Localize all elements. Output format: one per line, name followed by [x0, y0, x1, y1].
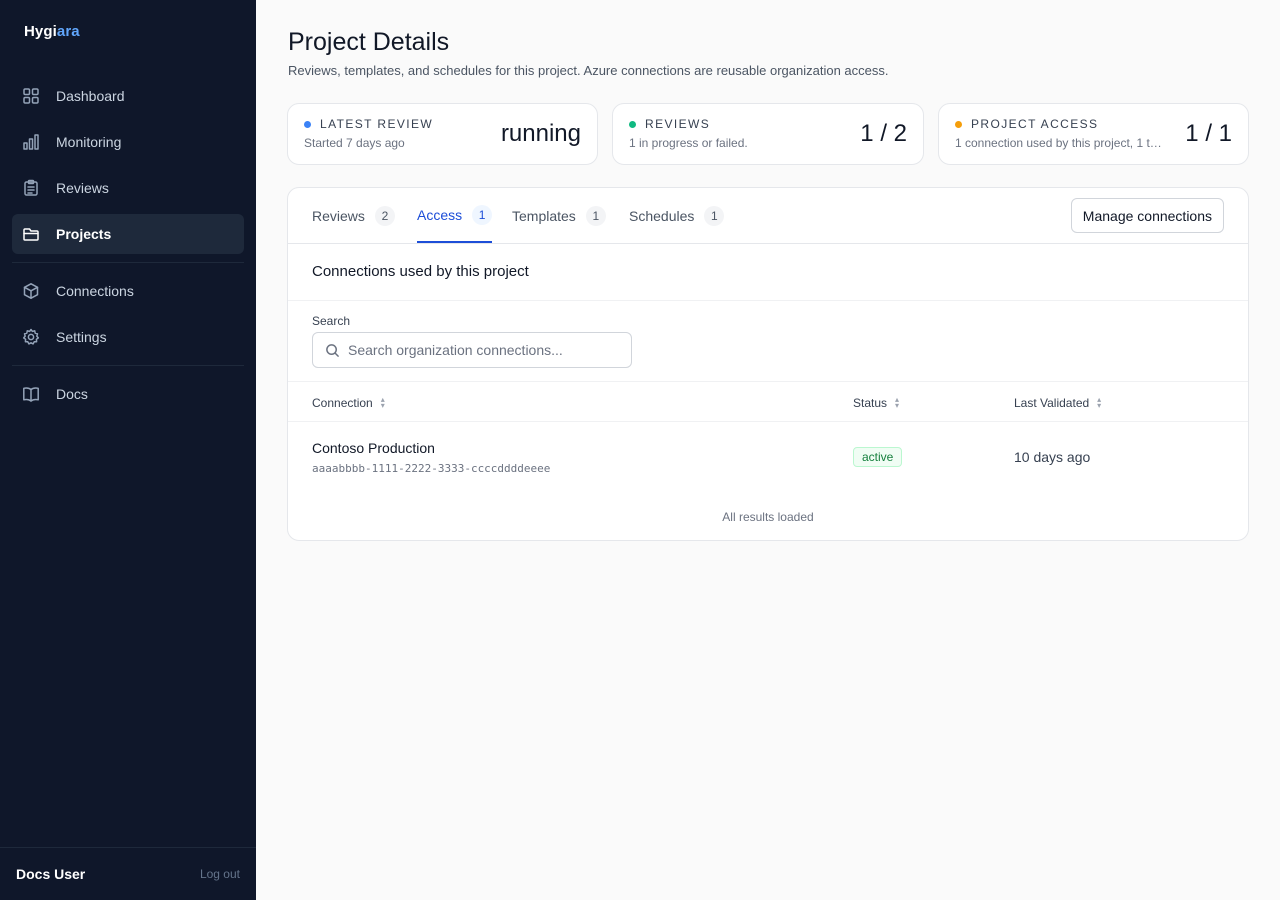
tab-label: Access	[417, 206, 463, 223]
count-badge: 1	[472, 204, 493, 225]
search-input[interactable]	[348, 342, 618, 358]
brand-accent: ara	[56, 23, 80, 40]
status-dot	[304, 120, 311, 128]
brand-main: Hygi	[24, 23, 57, 40]
brand-logo[interactable]: Hygiara	[24, 23, 80, 40]
sidebar-item-label: Settings	[56, 329, 107, 345]
stat-card-project-access: Project Access 1 connection used by this…	[938, 103, 1249, 165]
stat-subtext: 1 connection used by this project, 1 te.…	[955, 136, 1165, 150]
status-dot	[955, 120, 962, 128]
table-header: Connection ▴ ▾ Status ▴ ▾ Last Validated ▴…	[288, 381, 1248, 422]
stat-subtext: 1 in progress or failed.	[629, 136, 748, 150]
sidebar-item-settings[interactable]: Settings	[12, 317, 244, 357]
sidebar-divider	[12, 365, 244, 366]
status-dot	[629, 120, 636, 128]
page-title: Project Details	[288, 28, 450, 56]
stat-value: 1 / 2	[860, 120, 907, 147]
manage-connections-button[interactable]: Manage connections	[1070, 198, 1224, 233]
sidebar-item-docs[interactable]: Docs	[12, 374, 244, 414]
sidebar-item-label: Dashboard	[56, 88, 125, 104]
folder-icon	[22, 225, 40, 243]
stat-card-reviews: Reviews 1 in progress or failed. 1 / 2	[612, 103, 924, 165]
sort-icon: ▴ ▾	[895, 394, 900, 410]
sidebar: Hygiara Dashboard Monitoring Reviews Pro…	[0, 0, 256, 900]
sidebar-item-connections[interactable]: Connections	[12, 271, 244, 311]
tab-schedules[interactable]: Schedules 1	[629, 188, 725, 244]
sidebar-divider	[12, 262, 244, 263]
book-icon	[22, 385, 40, 403]
connection-name: Contoso Production	[312, 440, 435, 456]
sidebar-item-label: Connections	[56, 283, 134, 299]
sidebar-item-projects[interactable]: Projects	[12, 214, 244, 254]
sidebar-item-label: Projects	[56, 226, 112, 242]
column-header-connection[interactable]: Connection ▴ ▾	[312, 382, 385, 423]
table-row[interactable]: Contoso Production aaaabbbb-1111-2222-33…	[288, 422, 1248, 492]
tab-reviews[interactable]: Reviews 2	[312, 188, 395, 244]
sidebar-item-label: Reviews	[56, 180, 109, 196]
section-title: Connections used by this project	[312, 263, 529, 280]
column-header-last-validated[interactable]: Last Validated ▴ ▾	[1014, 382, 1101, 423]
tab-access[interactable]: Access 1	[417, 188, 493, 243]
sidebar-footer: Docs User Log out	[0, 847, 256, 900]
count-badge: 1	[585, 206, 606, 226]
page-subtitle: Reviews, templates, and schedules for th…	[288, 63, 889, 78]
search-label: Search	[312, 314, 351, 328]
grid-icon	[22, 87, 40, 105]
sidebar-item-label: Monitoring	[56, 134, 122, 150]
sidebar-item-dashboard[interactable]: Dashboard	[12, 76, 244, 116]
section-divider	[288, 300, 1248, 301]
count-badge: 2	[374, 206, 395, 226]
project-panel: Reviews 2 Access 1 Templates 1 Schedules…	[287, 187, 1249, 541]
cube-icon	[22, 282, 40, 300]
stat-value: running	[500, 120, 581, 147]
sort-icon: ▴ ▾	[1097, 394, 1102, 410]
logout-link[interactable]: Log out	[200, 867, 240, 881]
sort-icon: ▴ ▾	[380, 394, 385, 410]
column-header-status[interactable]: Status ▴ ▾	[853, 382, 899, 423]
search-icon	[326, 343, 339, 357]
count-badge: 1	[704, 206, 725, 226]
sidebar-item-reviews[interactable]: Reviews	[12, 168, 244, 208]
search-box[interactable]	[312, 332, 632, 368]
stat-card-latest-review: Latest Review Started 7 days ago running	[287, 103, 598, 165]
tab-label: Reviews	[312, 208, 365, 224]
stat-subtext: Started 7 days ago	[304, 136, 405, 150]
tab-label: Templates	[512, 208, 576, 224]
sidebar-item-label: Docs	[56, 386, 88, 402]
tab-templates[interactable]: Templates 1	[512, 188, 606, 244]
connection-id: aaaabbbb-1111-2222-3333-ccccddddeeee	[312, 462, 551, 475]
status-badge: active	[853, 447, 903, 467]
user-name: Docs User	[16, 866, 86, 882]
bar-chart-icon	[22, 133, 40, 151]
gear-icon	[22, 328, 40, 346]
clipboard-icon	[22, 179, 40, 197]
sidebar-item-monitoring[interactable]: Monitoring	[12, 122, 244, 162]
last-validated: 10 days ago	[1014, 449, 1091, 465]
results-footer: All results loaded	[722, 510, 814, 524]
stat-value: 1 / 1	[1185, 120, 1232, 147]
tab-label: Schedules	[629, 208, 695, 224]
tab-bar: Reviews 2 Access 1 Templates 1 Schedules…	[288, 188, 1248, 244]
